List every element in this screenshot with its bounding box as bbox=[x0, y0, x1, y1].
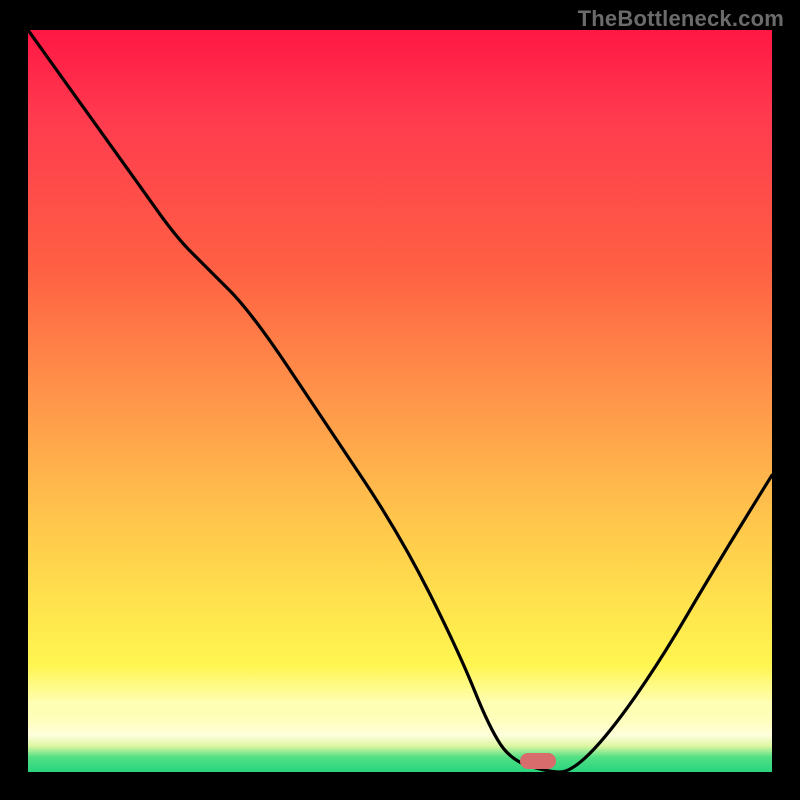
watermark-label: TheBottleneck.com bbox=[578, 6, 784, 32]
chart-frame: TheBottleneck.com bbox=[0, 0, 800, 800]
optimal-marker bbox=[520, 753, 556, 769]
bottleneck-gradient-plot bbox=[28, 30, 772, 772]
